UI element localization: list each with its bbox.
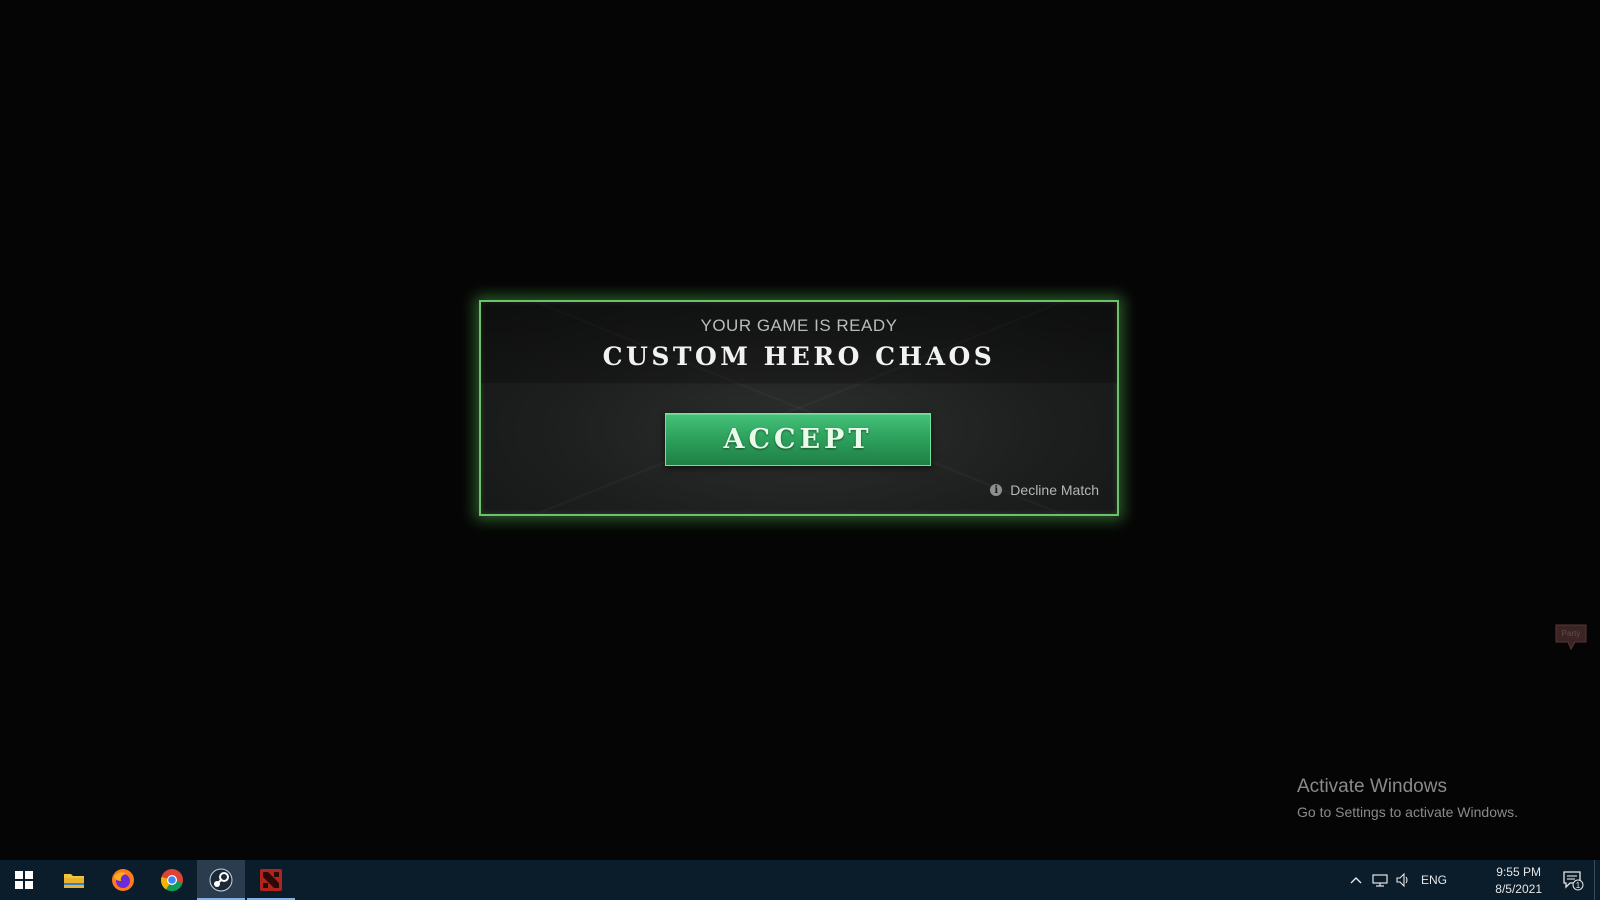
network-button[interactable] xyxy=(1368,860,1392,900)
dialog-header: YOUR GAME IS READY CUSTOM HERO CHAOS xyxy=(481,302,1117,384)
activate-windows-watermark: Activate Windows Go to Settings to activ… xyxy=(1297,776,1518,820)
taskbar-dota2[interactable] xyxy=(247,860,295,900)
clock-time: 9:55 PM xyxy=(1496,865,1541,879)
chrome-icon xyxy=(160,869,183,892)
taskbar-firefox[interactable] xyxy=(99,860,147,900)
volume-button[interactable] xyxy=(1392,860,1416,900)
accept-button[interactable]: ACCEPT xyxy=(665,413,931,466)
watermark-subtitle: Go to Settings to activate Windows. xyxy=(1297,804,1518,820)
start-button[interactable] xyxy=(0,860,48,900)
watermark-title: Activate Windows xyxy=(1297,776,1447,797)
system-tray: ENG 9:55 PM 8/5/2021 1 xyxy=(1340,860,1600,900)
action-center-button[interactable]: 1 xyxy=(1552,860,1594,900)
match-ready-dialog: YOUR GAME IS READY CUSTOM HERO CHAOS ACC… xyxy=(479,300,1119,516)
folder-icon xyxy=(64,874,84,888)
chevron-up-icon xyxy=(1350,877,1362,884)
clock[interactable]: 9:55 PM 8/5/2021 xyxy=(1495,864,1542,898)
network-icon xyxy=(1372,874,1388,887)
speaker-icon xyxy=(1396,873,1408,887)
taskbar-file-explorer[interactable] xyxy=(50,860,98,900)
desktop-screen: YOUR GAME IS READY CUSTOM HERO CHAOS ACC… xyxy=(0,0,1600,900)
party-label: Party xyxy=(1562,629,1581,638)
notification-icon: 1 xyxy=(1563,871,1584,891)
info-icon: i xyxy=(990,484,1003,496)
accept-button-label: ACCEPT xyxy=(723,424,873,455)
game-mode-title: CUSTOM HERO CHAOS xyxy=(602,342,996,371)
clock-date: 8/5/2021 xyxy=(1495,882,1542,896)
show-hidden-icons-button[interactable] xyxy=(1344,860,1368,900)
taskbar-chrome[interactable] xyxy=(148,860,196,900)
dota2-icon xyxy=(260,869,282,891)
firefox-icon xyxy=(112,869,134,891)
decline-match-label: Decline Match xyxy=(1010,482,1099,498)
language-indicator[interactable]: ENG xyxy=(1416,860,1452,900)
decline-match-link[interactable]: i Decline Match xyxy=(990,482,1099,498)
dialog-subtitle: YOUR GAME IS READY xyxy=(700,316,898,335)
show-desktop-button[interactable] xyxy=(1594,860,1600,900)
taskbar: ENG 9:55 PM 8/5/2021 1 xyxy=(0,860,1600,900)
steam-icon xyxy=(209,868,233,892)
windows-logo-icon xyxy=(15,871,33,889)
party-chat-icon[interactable]: Party xyxy=(1553,622,1589,652)
notification-count: 1 xyxy=(1576,881,1581,890)
taskbar-steam[interactable] xyxy=(197,860,245,900)
